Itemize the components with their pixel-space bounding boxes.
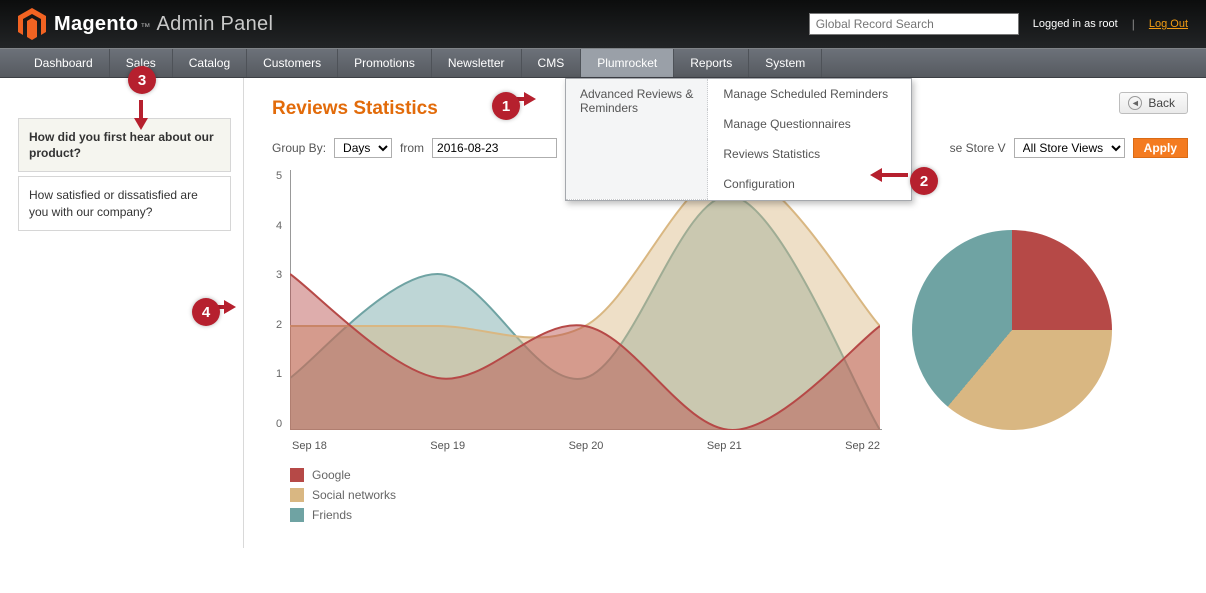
apply-button[interactable]: Apply bbox=[1133, 138, 1188, 158]
logout-link[interactable]: Log Out bbox=[1149, 18, 1188, 30]
swatch-friends bbox=[290, 508, 304, 522]
nav-plumrocket[interactable]: Plumrocket bbox=[581, 49, 674, 77]
callout-3: 3 bbox=[128, 66, 156, 94]
nav-customers[interactable]: Customers bbox=[247, 49, 338, 77]
submenu-reviews-statistics[interactable]: Reviews Statistics bbox=[709, 140, 910, 168]
pie-chart bbox=[912, 170, 1112, 528]
callout-4: 4 bbox=[192, 298, 220, 326]
swatch-google bbox=[290, 468, 304, 482]
callout-2-arrow bbox=[870, 168, 882, 182]
y-axis-labels: 5 4 3 2 1 0 bbox=[276, 170, 282, 430]
sidebar-question-2[interactable]: How satisfied or dissatisfied are you wi… bbox=[18, 176, 231, 230]
brand-text: Magento™ Admin Panel bbox=[54, 13, 273, 36]
store-view-select[interactable]: All Store Views bbox=[1014, 138, 1125, 158]
submenu-parent[interactable]: Advanced Reviews & Reminders bbox=[566, 79, 708, 199]
store-label-partial: se Store V bbox=[950, 141, 1006, 155]
group-by-select[interactable]: Days bbox=[334, 138, 392, 158]
admin-header: Magento™ Admin Panel Logged in as root |… bbox=[0, 0, 1206, 48]
callout-1: 1 bbox=[492, 92, 520, 120]
nav-newsletter[interactable]: Newsletter bbox=[432, 49, 522, 77]
callout-3-arrow bbox=[134, 118, 148, 130]
logged-in-label: Logged in as root bbox=[1033, 18, 1118, 30]
nav-system[interactable]: System bbox=[749, 49, 822, 77]
nav-promotions[interactable]: Promotions bbox=[338, 49, 432, 77]
callout-4-arrow bbox=[224, 300, 236, 314]
area-chart: 5 4 3 2 1 0 Sep 18 Sep 19 Sep 20 Se bbox=[272, 170, 882, 528]
legend-social: Social networks bbox=[290, 488, 882, 502]
from-label: from bbox=[400, 141, 424, 155]
swatch-social bbox=[290, 488, 304, 502]
global-search-input[interactable] bbox=[809, 13, 1019, 35]
plumrocket-submenu: Advanced Reviews & Reminders Manage Sche… bbox=[565, 78, 912, 201]
main-nav: Dashboard Sales Catalog Customers Promot… bbox=[0, 48, 1206, 78]
chart-legend: Google Social networks Friends bbox=[290, 468, 882, 522]
from-date-input[interactable] bbox=[432, 138, 557, 158]
x-axis-labels: Sep 18 Sep 19 Sep 20 Sep 21 Sep 22 bbox=[290, 440, 882, 452]
legend-friends: Friends bbox=[290, 508, 882, 522]
legend-google: Google bbox=[290, 468, 882, 482]
back-button[interactable]: ◄ Back bbox=[1119, 92, 1188, 114]
sidebar-question-1[interactable]: How did you first hear about our product… bbox=[18, 118, 231, 172]
back-arrow-icon: ◄ bbox=[1128, 96, 1142, 110]
magento-logo: Magento™ Admin Panel bbox=[18, 8, 273, 40]
submenu-manage-reminders[interactable]: Manage Scheduled Reminders bbox=[709, 80, 910, 108]
nav-catalog[interactable]: Catalog bbox=[173, 49, 247, 77]
nav-cms[interactable]: CMS bbox=[522, 49, 582, 77]
nav-reports[interactable]: Reports bbox=[674, 49, 749, 77]
area-chart-svg bbox=[290, 170, 880, 430]
callout-1-arrow bbox=[524, 92, 536, 106]
magento-logo-icon bbox=[18, 8, 46, 40]
submenu-manage-questionnaires[interactable]: Manage Questionnaires bbox=[709, 110, 910, 138]
nav-dashboard[interactable]: Dashboard bbox=[18, 49, 110, 77]
callout-2: 2 bbox=[910, 167, 938, 195]
group-by-label: Group By: bbox=[272, 141, 326, 155]
